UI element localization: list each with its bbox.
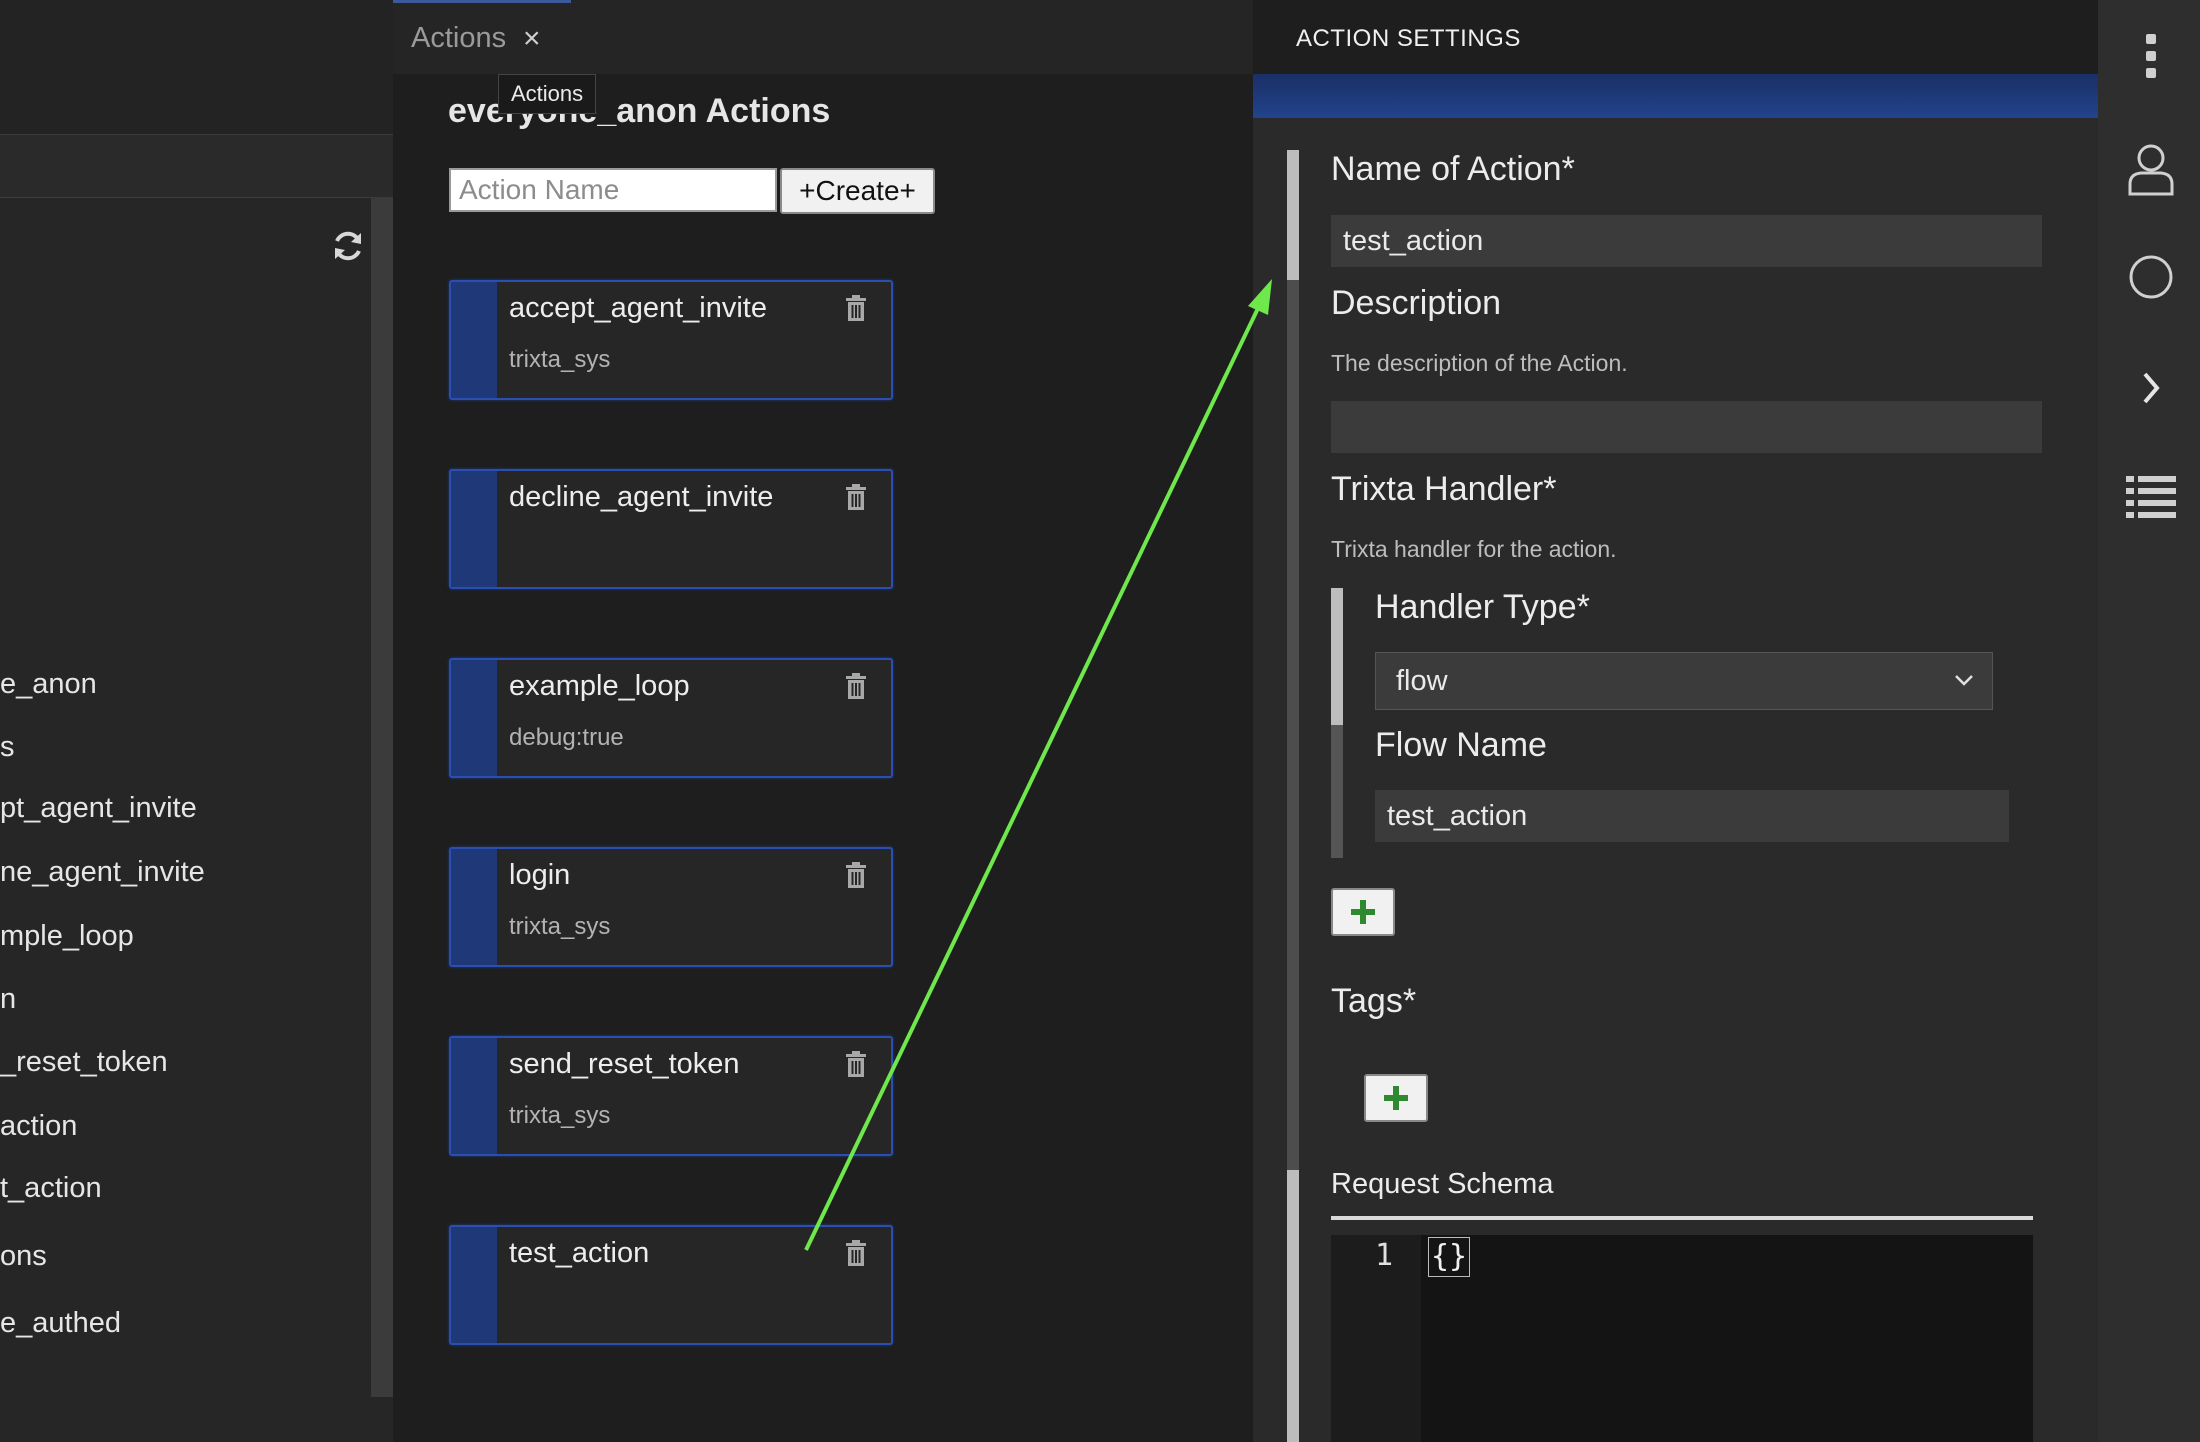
flow-name-label: Flow Name <box>1375 726 1547 764</box>
circle-icon[interactable] <box>2121 252 2181 302</box>
action-card-subtitle: trixta_sys <box>509 913 611 940</box>
tree-item[interactable]: _reset_token <box>0 1046 168 1079</box>
action-card[interactable]: accept_agent_invite trixta_sys <box>449 280 893 400</box>
tree-item[interactable]: mple_loop <box>0 920 134 953</box>
card-accent-stripe <box>451 471 497 587</box>
handler-type-label: Handler Type* <box>1375 588 1590 626</box>
action-card-name: accept_agent_invite <box>509 292 767 324</box>
settings-accent-bar <box>1253 74 2098 118</box>
action-card-name: decline_agent_invite <box>509 481 774 513</box>
description-help: The description of the Action. <box>1331 350 1628 376</box>
tree-item[interactable]: ons <box>0 1240 47 1273</box>
list-icon[interactable] <box>2121 470 2181 520</box>
tree-item[interactable]: n <box>0 983 16 1016</box>
handler-label: Trixta Handler* <box>1331 470 1557 508</box>
request-schema-label: Request Schema <box>1331 1168 1554 1200</box>
description-label: Description <box>1331 284 1502 322</box>
create-action-button[interactable]: +Create+ <box>780 168 935 214</box>
action-card-subtitle: debug:true <box>509 724 624 751</box>
action-card[interactable]: decline_agent_invite <box>449 469 893 589</box>
request-schema-divider <box>1331 1216 2033 1220</box>
add-tag-button[interactable] <box>1364 1074 1428 1122</box>
settings-scrollbar-thumb[interactable] <box>1287 280 1299 1170</box>
trash-icon[interactable] <box>845 1239 867 1267</box>
handler-group-border <box>1331 725 1343 858</box>
tree-item[interactable]: e_authed <box>0 1307 121 1340</box>
more-vertical-icon[interactable] <box>2121 30 2181 82</box>
chevron-down-icon <box>1955 675 1973 686</box>
tab-tooltip: Actions <box>498 74 597 114</box>
action-card-name: login <box>509 859 571 891</box>
action-card[interactable]: login trixta_sys <box>449 847 893 967</box>
user-icon[interactable] <box>2121 138 2181 198</box>
card-accent-stripe <box>451 849 497 965</box>
add-handler-button[interactable] <box>1331 888 1395 936</box>
tree-item[interactable]: ne_agent_invite <box>0 856 205 889</box>
tags-label: Tags* <box>1331 982 1417 1020</box>
left-panel-toolbar <box>0 135 393 198</box>
description-field[interactable] <box>1331 401 2042 453</box>
chevron-right-icon[interactable] <box>2121 368 2181 408</box>
action-card-name: send_reset_token <box>509 1048 740 1080</box>
action-card-name: example_loop <box>509 670 690 702</box>
handler-help: Trixta handler for the action. <box>1331 536 1617 562</box>
tree-item[interactable]: e_anon <box>0 668 97 701</box>
action-name-input[interactable] <box>449 168 777 212</box>
action-card[interactable]: send_reset_token trixta_sys <box>449 1036 893 1156</box>
settings-title: ACTION SETTINGS <box>1296 25 1521 52</box>
left-panel-header <box>0 0 393 135</box>
trash-icon[interactable] <box>845 294 867 322</box>
tree-item[interactable]: t_action <box>0 1172 102 1205</box>
card-accent-stripe <box>451 1227 497 1343</box>
tree-item[interactable]: pt_agent_invite <box>0 792 197 825</box>
close-icon[interactable]: × <box>523 24 541 54</box>
handler-type-select[interactable]: flow <box>1375 652 1993 710</box>
action-card-name: test_action <box>509 1237 650 1269</box>
card-accent-stripe <box>451 660 497 776</box>
card-accent-stripe <box>451 282 497 398</box>
plus-icon <box>1351 900 1375 924</box>
tab-label[interactable]: Actions <box>411 22 506 55</box>
refresh-icon[interactable] <box>328 226 368 266</box>
left-scrollbar[interactable] <box>371 197 393 1397</box>
name-label: Name of Action* <box>1331 150 1575 188</box>
activity-bar <box>2098 0 2200 1442</box>
trash-icon[interactable] <box>845 861 867 889</box>
action-card-subtitle: trixta_sys <box>509 346 611 373</box>
left-tree-panel <box>0 0 393 1442</box>
action-name-field[interactable]: test_action <box>1331 215 2042 267</box>
editor-code[interactable]: {} <box>1428 1237 1471 1277</box>
plus-icon <box>1384 1086 1408 1110</box>
action-card-subtitle: trixta_sys <box>509 1102 611 1129</box>
trash-icon[interactable] <box>845 672 867 700</box>
trash-icon[interactable] <box>845 483 867 511</box>
trash-icon[interactable] <box>845 1050 867 1078</box>
action-card[interactable]: test_action <box>449 1225 893 1345</box>
flow-name-field[interactable]: test_action <box>1375 790 2009 842</box>
handler-type-value: flow <box>1396 665 1448 697</box>
editor-line-number: 1 <box>1375 1238 1394 1273</box>
tree-item[interactable]: s <box>0 731 15 764</box>
tree-item[interactable]: action <box>0 1110 77 1143</box>
action-card[interactable]: example_loop debug:true <box>449 658 893 778</box>
card-accent-stripe <box>451 1038 497 1154</box>
